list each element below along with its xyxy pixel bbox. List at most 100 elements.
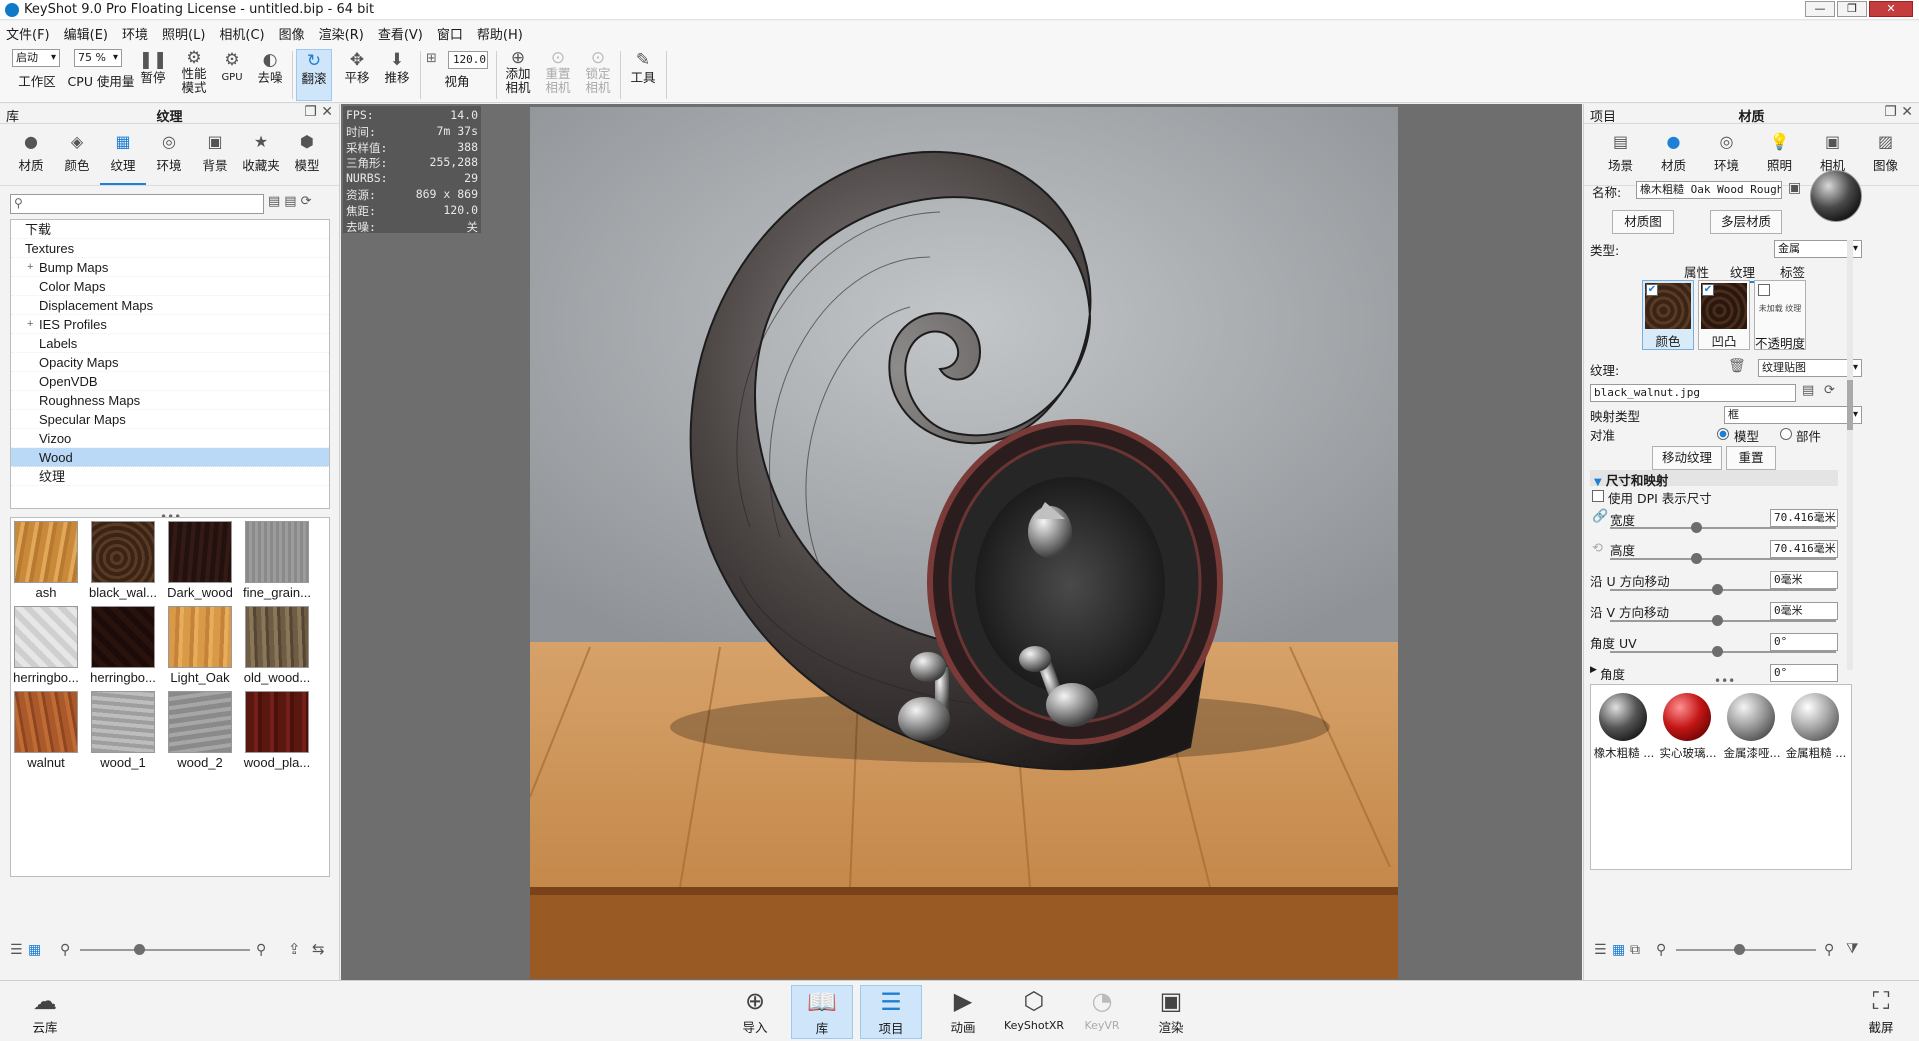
texture-thumb[interactable]: Dark_wood xyxy=(167,521,233,600)
opacity-map-checkbox[interactable] xyxy=(1758,284,1770,296)
slider-knob[interactable] xyxy=(1712,584,1723,595)
texture-thumb[interactable]: wood_2 xyxy=(168,691,232,770)
minimize-button[interactable]: — xyxy=(1805,1,1835,17)
texture-thumb[interactable]: old_wood... xyxy=(244,606,310,685)
move-texture-button[interactable]: 移动纹理 xyxy=(1652,446,1722,470)
tree-item[interactable]: Roughness Maps xyxy=(11,391,329,410)
slider-knob[interactable] xyxy=(134,944,145,955)
shift-u-input[interactable]: 0毫米 xyxy=(1770,571,1838,589)
list-view-icon[interactable]: ☰ xyxy=(1594,942,1607,958)
material-name-input[interactable]: 橡木粗糙 Oak Wood Rough xyxy=(1636,181,1782,199)
width-input[interactable]: 70.416毫米 xyxy=(1770,509,1838,527)
library-button[interactable]: 📖 库 xyxy=(791,985,853,1039)
grid-view-icon[interactable]: ▦ xyxy=(1612,942,1625,958)
tab-textures[interactable]: ▦ 纹理 xyxy=(100,129,146,185)
tree-item[interactable]: 下载 xyxy=(11,220,329,239)
library-search-input[interactable]: ⚲ xyxy=(10,194,264,214)
tree-item[interactable]: Labels xyxy=(11,334,329,353)
bump-map-checkbox[interactable]: ✔ xyxy=(1702,284,1714,296)
texture-thumb[interactable]: wood_1 xyxy=(91,691,155,770)
tab-material[interactable]: ● 材质 xyxy=(1647,129,1700,185)
link-icon[interactable]: 🔗 xyxy=(1592,509,1608,524)
use-dpi-checkbox[interactable] xyxy=(1592,490,1604,502)
tab-environments[interactable]: ◎ 环境 xyxy=(146,129,192,185)
reset-texture-button[interactable]: 重置 xyxy=(1726,446,1776,470)
performance-mode-button[interactable]: ⚙ 性能 模式 xyxy=(176,49,212,101)
height-input[interactable]: 70.416毫米 xyxy=(1770,540,1838,558)
tree-item-selected[interactable]: Wood xyxy=(11,448,329,467)
tree-item[interactable]: + Bump Maps xyxy=(11,258,329,277)
menu-image[interactable]: 图像 xyxy=(279,24,305,43)
menu-help[interactable]: 帮助(H) xyxy=(477,24,523,43)
zoom-out-icon[interactable]: ⚲ xyxy=(1656,942,1666,958)
zoom-out-icon[interactable]: ⚲ xyxy=(60,942,70,958)
folder-sync-icon[interactable]: ⇆ xyxy=(312,940,325,958)
tree-item[interactable]: Vizoo xyxy=(11,429,329,448)
expand-icon[interactable]: ▶ xyxy=(1590,665,1597,675)
import-button[interactable]: ⊕ 导入 xyxy=(724,985,786,1039)
expand-icon[interactable]: + xyxy=(27,315,33,334)
open-file-icon[interactable]: ▤ xyxy=(1802,383,1814,398)
save-material-icon[interactable]: ▣ xyxy=(1788,180,1801,196)
multi-material-button[interactable]: 多层材质 xyxy=(1710,210,1782,234)
material-graph-button[interactable]: 材质图 xyxy=(1612,210,1674,234)
tumble-button[interactable]: ↻ 翻滚 xyxy=(296,49,332,101)
tree-item[interactable]: 纹理 xyxy=(11,467,329,486)
size-mapping-section[interactable]: ▼ 尺寸和映射 xyxy=(1590,470,1838,488)
color-map-checkbox[interactable]: ✔ xyxy=(1646,284,1658,296)
denoise-button[interactable]: ◐ 去噪 xyxy=(254,49,286,101)
texture-thumb[interactable]: herringbo... xyxy=(90,606,156,685)
filter-view-icon[interactable]: ⧉ xyxy=(1630,942,1640,958)
tab-materials[interactable]: ● 材质 xyxy=(8,129,54,185)
tab-scene[interactable]: ▤ 场景 xyxy=(1594,129,1647,185)
texture-thumb[interactable]: Light_Oak xyxy=(168,606,232,685)
menu-view[interactable]: 查看(V) xyxy=(378,24,423,43)
tab-image[interactable]: ▨ 图像 xyxy=(1859,129,1912,185)
pan-button[interactable]: ✥ 平移 xyxy=(340,49,374,101)
texture-thumb[interactable]: ash xyxy=(14,521,78,600)
texture-file-input[interactable]: black_walnut.jpg xyxy=(1590,384,1796,402)
thumbnail-size-slider[interactable] xyxy=(1676,949,1816,951)
tree-item[interactable]: Textures xyxy=(11,239,329,258)
slider-knob[interactable] xyxy=(1712,646,1723,657)
angle-input[interactable]: 0° xyxy=(1770,664,1838,682)
animation-button[interactable]: ▶ 动画 xyxy=(932,985,994,1039)
tab-environment[interactable]: ◎ 环境 xyxy=(1700,129,1753,185)
properties-scrollbar[interactable] xyxy=(1847,240,1853,670)
thumbnail-size-slider[interactable] xyxy=(80,949,250,951)
dolly-button[interactable]: ⬇ 推移 xyxy=(380,49,414,101)
tools-button[interactable]: ✎ 工具 xyxy=(626,49,660,101)
sync-icon[interactable]: ⟲ xyxy=(1592,541,1603,556)
expand-icon[interactable]: + xyxy=(27,258,33,277)
uv-angle-input[interactable]: 0° xyxy=(1770,633,1838,651)
lock-camera-button[interactable]: ⊙ 锁定 相机 xyxy=(582,49,614,101)
subtab-properties[interactable]: 属性 xyxy=(1684,262,1709,281)
refresh-icon[interactable]: ⟳ xyxy=(301,194,316,209)
shift-v-input[interactable]: 0毫米 xyxy=(1770,602,1838,620)
trash-icon[interactable]: 🗑 xyxy=(1728,358,1746,374)
slider-knob[interactable] xyxy=(1734,944,1745,955)
scrollbar-thumb[interactable] xyxy=(1847,380,1853,430)
add-camera-button[interactable]: ⊕ 添加 相机 xyxy=(502,49,534,101)
shift-v-slider[interactable] xyxy=(1610,620,1836,622)
material-thumb-ball[interactable] xyxy=(1663,693,1711,741)
menu-file[interactable]: 文件(F) xyxy=(6,24,50,43)
tab-backplates[interactable]: ▣ 背景 xyxy=(192,129,238,185)
align-part-radio[interactable] xyxy=(1780,428,1792,440)
texture-thumb[interactable]: herringbo... xyxy=(13,606,79,685)
tree-item[interactable]: + IES Profiles xyxy=(11,315,329,334)
upload-icon[interactable]: ⇪ xyxy=(288,940,301,958)
color-map-slot[interactable]: ✔ 颜色 xyxy=(1642,280,1694,350)
reload-icon[interactable]: ⟳ xyxy=(1824,383,1835,398)
bump-map-slot[interactable]: ✔ 凹凸 xyxy=(1698,280,1750,350)
material-thumb-ball[interactable] xyxy=(1791,693,1839,741)
slider-knob[interactable] xyxy=(1691,553,1702,564)
menu-lighting[interactable]: 照明(L) xyxy=(162,24,205,43)
align-model-radio[interactable] xyxy=(1717,428,1729,440)
tab-colors[interactable]: ◈ 颜色 xyxy=(54,129,100,185)
width-slider[interactable] xyxy=(1610,527,1836,529)
open-folder-icon[interactable]: ▤ xyxy=(268,194,284,209)
slider-knob[interactable] xyxy=(1712,615,1723,626)
opacity-map-slot[interactable]: 未加载 纹理 不透明度 xyxy=(1754,280,1806,351)
tree-item[interactable]: Opacity Maps xyxy=(11,353,329,372)
